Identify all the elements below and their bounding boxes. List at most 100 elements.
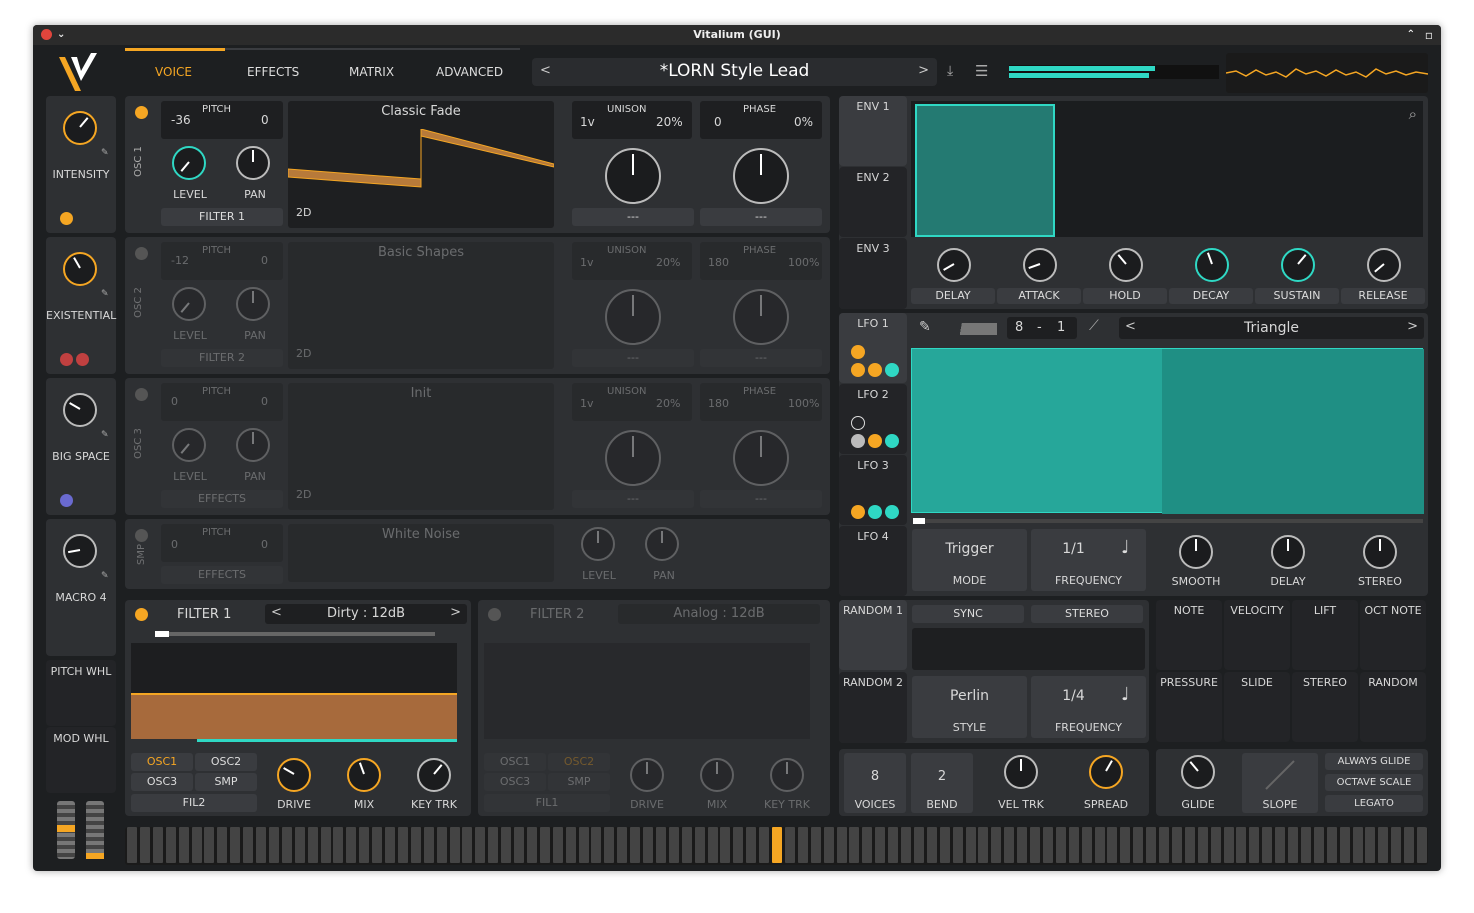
random-sync[interactable]: SYNC bbox=[912, 605, 1024, 623]
lfo-shape-selector[interactable]: < Triangle > bbox=[1119, 317, 1424, 339]
piano-key[interactable] bbox=[759, 827, 770, 863]
lfo-grid-size[interactable]: 8 - 1 bbox=[1007, 317, 1077, 339]
piano-key[interactable] bbox=[243, 827, 254, 863]
piano-key[interactable] bbox=[359, 827, 370, 863]
glide-knob[interactable] bbox=[1181, 755, 1215, 789]
piano-key[interactable] bbox=[913, 827, 924, 863]
piano-key[interactable] bbox=[694, 827, 705, 863]
piano-key[interactable] bbox=[1159, 827, 1169, 863]
piano-key[interactable] bbox=[1313, 827, 1324, 863]
mod-wheel[interactable] bbox=[86, 801, 104, 859]
piano-key[interactable] bbox=[849, 827, 860, 863]
preset-selector[interactable]: < *LORN Style Lead > bbox=[532, 58, 937, 86]
paint-icon[interactable]: ✎ bbox=[919, 319, 931, 335]
sample-display[interactable]: White Noise bbox=[288, 524, 554, 582]
pin-icon[interactable]: ⌃ bbox=[1407, 25, 1415, 45]
random-style[interactable]: Perlin STYLE bbox=[912, 676, 1027, 738]
piano-key[interactable] bbox=[1171, 827, 1182, 863]
piano-key[interactable] bbox=[449, 827, 460, 863]
smooth-slider[interactable] bbox=[937, 323, 997, 335]
tab-advanced[interactable]: ADVANCED bbox=[436, 65, 503, 79]
piano-key[interactable] bbox=[1378, 827, 1389, 863]
piano-key[interactable] bbox=[1030, 827, 1040, 863]
piano-key[interactable] bbox=[991, 827, 1002, 863]
zoom-icon[interactable]: ⌕ bbox=[1409, 105, 1417, 123]
save-icon[interactable]: ⤓ bbox=[947, 63, 953, 79]
pitch-bend-range[interactable]: 2 BEND bbox=[911, 753, 973, 813]
piano-key[interactable] bbox=[1210, 827, 1221, 863]
slope-control[interactable]: SLOPE bbox=[1242, 753, 1318, 813]
piano-key[interactable] bbox=[1004, 827, 1015, 863]
piano-key[interactable] bbox=[372, 827, 383, 863]
piano-key[interactable] bbox=[668, 827, 679, 863]
route-smp[interactable]: SMP bbox=[195, 773, 257, 791]
piano-key[interactable] bbox=[217, 827, 228, 863]
piano-key[interactable] bbox=[939, 827, 950, 863]
piano-key[interactable] bbox=[256, 827, 266, 863]
piano-key[interactable] bbox=[1391, 827, 1402, 863]
piano-key[interactable] bbox=[1288, 827, 1298, 863]
piano-key[interactable] bbox=[385, 827, 395, 863]
piano-key[interactable] bbox=[888, 827, 899, 863]
piano-key[interactable] bbox=[539, 827, 550, 863]
piano-keyboard[interactable] bbox=[125, 827, 1428, 865]
piano-key[interactable] bbox=[436, 827, 447, 863]
piano-key[interactable] bbox=[127, 827, 137, 863]
piano-key[interactable] bbox=[1042, 827, 1053, 863]
piano-key[interactable] bbox=[823, 827, 834, 863]
random-frequency[interactable]: 1/4 ♩ FREQUENCY bbox=[1031, 676, 1146, 738]
piano-key[interactable] bbox=[655, 827, 666, 863]
piano-key[interactable] bbox=[139, 827, 150, 863]
piano-key[interactable] bbox=[152, 827, 163, 863]
osc-1-pitch[interactable]: PITCH -36 0 bbox=[161, 101, 283, 139]
osc-3-power[interactable] bbox=[135, 388, 148, 401]
piano-key[interactable] bbox=[1326, 827, 1337, 863]
piano-key[interactable] bbox=[346, 827, 357, 863]
chevron-down-icon[interactable]: ⌄ bbox=[57, 25, 65, 45]
tab-matrix[interactable]: MATRIX bbox=[349, 65, 394, 79]
lfo-delay-knob[interactable] bbox=[1271, 535, 1305, 569]
osc-1-phase-knob[interactable] bbox=[733, 148, 789, 204]
filter-1-response[interactable] bbox=[131, 643, 457, 739]
route-osc3[interactable]: OSC3 bbox=[131, 773, 193, 791]
lfo-3-tab[interactable]: LFO 3 bbox=[839, 455, 907, 525]
piano-key[interactable] bbox=[320, 827, 331, 863]
piano-key[interactable] bbox=[797, 827, 808, 863]
lfo-stereo-knob[interactable] bbox=[1363, 535, 1397, 569]
filter-1-mix-knob[interactable] bbox=[347, 758, 381, 792]
random-stereo[interactable]: STEREO bbox=[1031, 605, 1143, 623]
piano-key[interactable] bbox=[1417, 827, 1427, 863]
piano-key[interactable] bbox=[1300, 827, 1311, 863]
mod-source-icon[interactable] bbox=[60, 212, 73, 225]
piano-key[interactable] bbox=[1249, 827, 1260, 863]
piano-key[interactable] bbox=[810, 827, 821, 863]
edit-icon[interactable]: ✎ bbox=[101, 148, 109, 158]
osc-3-wavetable[interactable]: Init 2D bbox=[288, 383, 554, 510]
env-attack-knob[interactable] bbox=[1023, 248, 1057, 282]
mod-source-note[interactable]: NOTE bbox=[1156, 600, 1222, 670]
mod-source-stereo[interactable]: STEREO bbox=[1292, 672, 1358, 742]
env-sustain-knob[interactable] bbox=[1281, 248, 1315, 282]
piano-key[interactable] bbox=[462, 827, 473, 863]
macro-2-knob[interactable] bbox=[63, 252, 97, 286]
piano-key[interactable] bbox=[204, 827, 215, 863]
piano-key[interactable] bbox=[268, 827, 279, 863]
piano-key[interactable] bbox=[952, 827, 963, 863]
octave-scale-toggle[interactable]: OCTAVE SCALE bbox=[1325, 774, 1423, 791]
piano-key[interactable] bbox=[681, 827, 692, 863]
piano-key[interactable] bbox=[552, 827, 563, 863]
route-osc2[interactable]: OSC2 bbox=[195, 753, 257, 771]
lfo-mode[interactable]: Trigger MODE bbox=[912, 529, 1027, 591]
env-1-tab[interactable]: ENV 1 bbox=[839, 96, 907, 166]
piano-key[interactable] bbox=[281, 827, 292, 863]
piano-key[interactable] bbox=[965, 827, 976, 863]
velocity-track-knob[interactable] bbox=[1004, 755, 1038, 789]
osc-1-level-knob[interactable] bbox=[172, 146, 206, 180]
piano-key[interactable] bbox=[875, 827, 886, 863]
piano-key[interactable] bbox=[1107, 827, 1118, 863]
piano-key[interactable] bbox=[772, 827, 782, 863]
edit-icon[interactable]: ✎ bbox=[101, 289, 109, 299]
piano-key[interactable] bbox=[230, 827, 241, 863]
piano-key[interactable] bbox=[1081, 827, 1092, 863]
legato-toggle[interactable]: LEGATO bbox=[1325, 795, 1423, 812]
